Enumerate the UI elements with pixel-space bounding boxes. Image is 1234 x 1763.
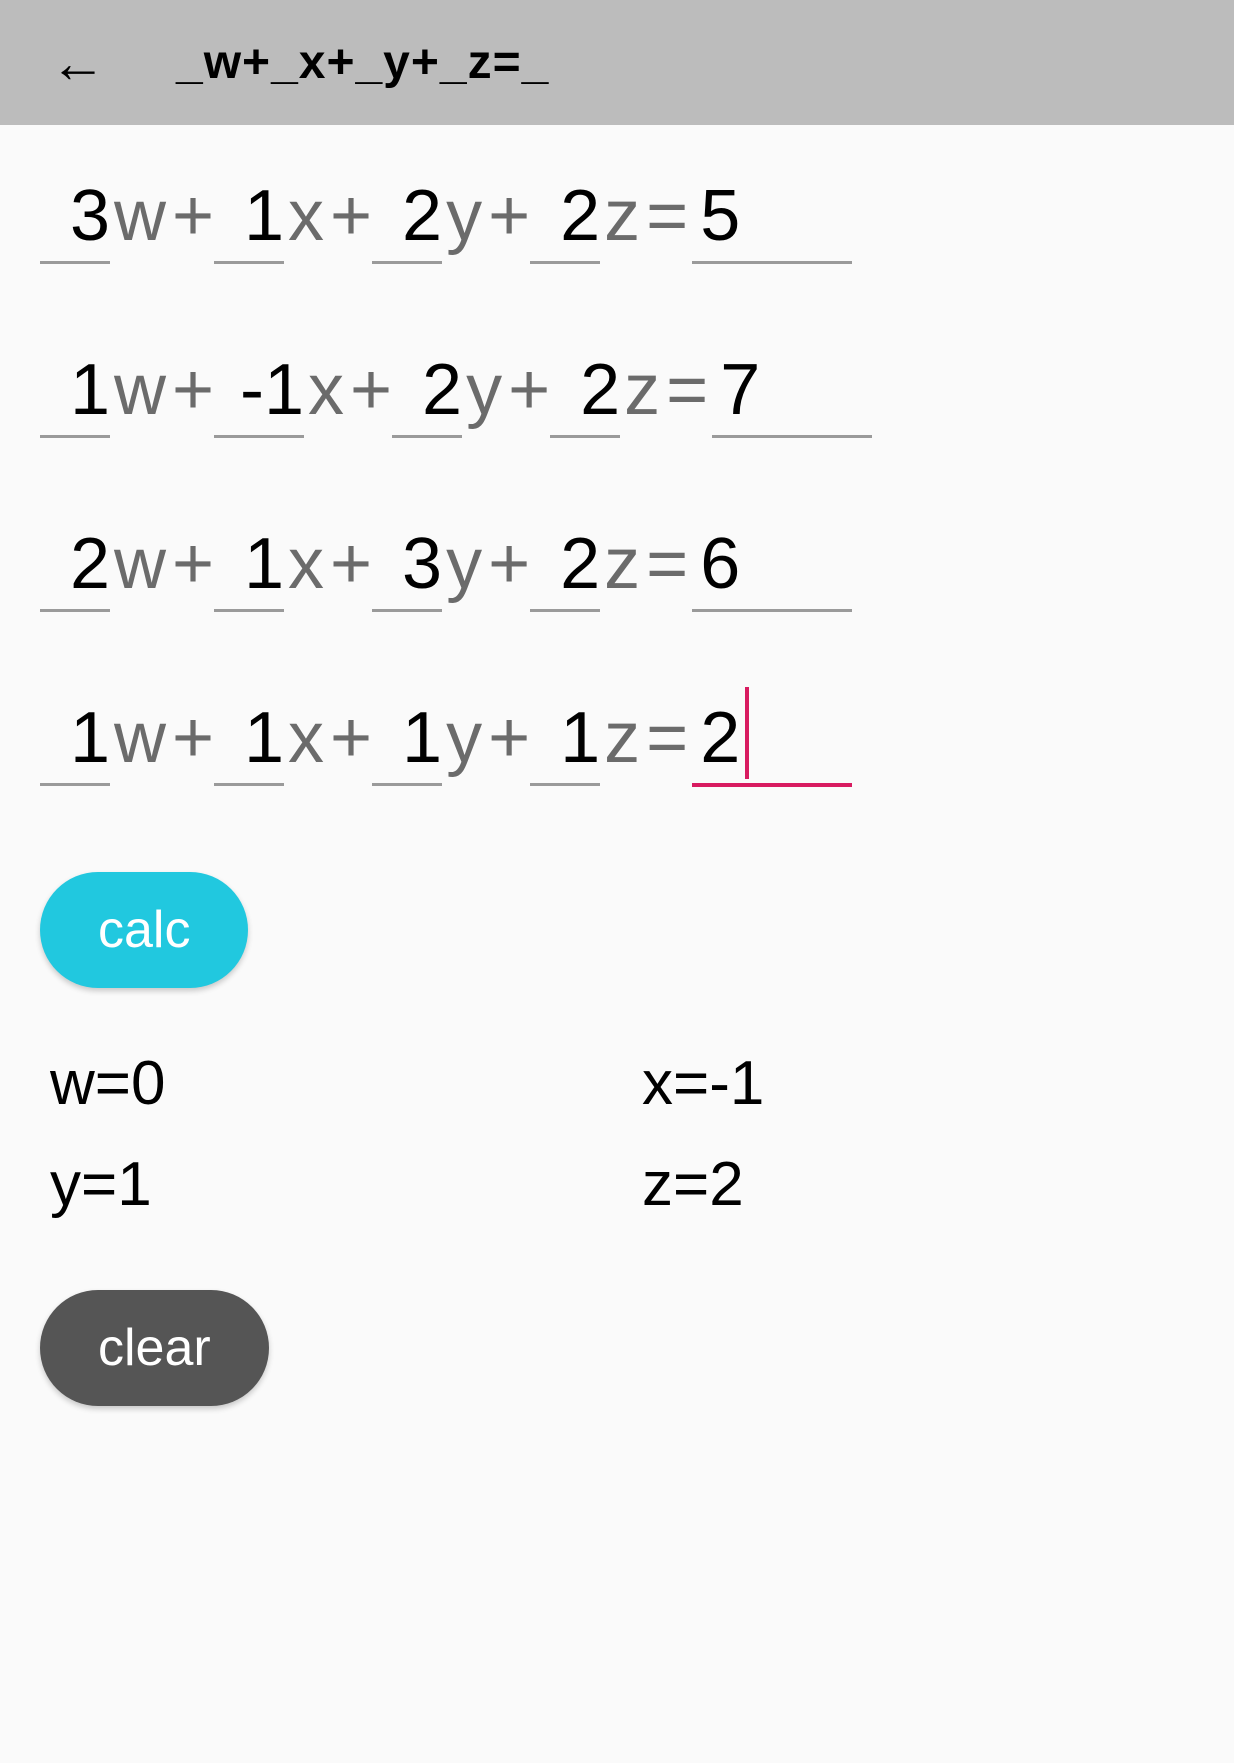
var-label-y: y — [442, 523, 488, 605]
var-label-w: w — [110, 697, 172, 779]
rhs-input[interactable] — [692, 175, 852, 264]
coef-y-input[interactable] — [372, 523, 442, 612]
result-y: y=1 — [50, 1149, 602, 1220]
rhs-input[interactable] — [712, 349, 872, 438]
plus-sign: + — [330, 697, 372, 779]
plus-sign: + — [488, 697, 530, 779]
calc-button[interactable]: calc — [40, 872, 248, 988]
var-label-z: z — [600, 697, 646, 779]
coef-w-input[interactable] — [40, 697, 110, 786]
var-label-y: y — [442, 697, 488, 779]
coef-y-input[interactable] — [372, 697, 442, 786]
coef-y-input[interactable] — [392, 349, 462, 438]
results-grid: w=0 x=-1 y=1 z=2 — [40, 1048, 1194, 1220]
coef-w-input[interactable] — [40, 175, 110, 264]
result-w: w=0 — [50, 1048, 602, 1119]
plus-sign: + — [172, 349, 214, 431]
var-label-y: y — [442, 175, 488, 257]
plus-sign: + — [172, 523, 214, 605]
plus-sign: + — [172, 697, 214, 779]
var-label-x: x — [284, 697, 330, 779]
rhs-input[interactable] — [692, 697, 852, 787]
plus-sign: + — [350, 349, 392, 431]
coef-z-input[interactable] — [530, 175, 600, 264]
coef-x-input[interactable] — [214, 175, 284, 264]
equals-sign: = — [646, 523, 692, 605]
var-label-w: w — [110, 175, 172, 257]
equals-sign: = — [666, 349, 712, 431]
var-label-y: y — [462, 349, 508, 431]
result-x: x=-1 — [642, 1048, 1194, 1119]
plus-sign: + — [172, 175, 214, 257]
var-label-w: w — [110, 349, 172, 431]
coef-x-input[interactable] — [214, 697, 284, 786]
var-label-x: x — [284, 523, 330, 605]
var-label-z: z — [620, 349, 666, 431]
equation-row: w+x+y+z= — [40, 697, 1194, 787]
coef-z-input[interactable] — [550, 349, 620, 438]
var-label-z: z — [600, 523, 646, 605]
coef-w-input[interactable] — [40, 349, 110, 438]
coef-w-input[interactable] — [40, 523, 110, 612]
rhs-input[interactable] — [692, 523, 852, 612]
equals-sign: = — [646, 697, 692, 779]
plus-sign: + — [330, 523, 372, 605]
coef-x-input[interactable] — [214, 523, 284, 612]
coef-y-input[interactable] — [372, 175, 442, 264]
main-content: w+x+y+z=w+x+y+z=w+x+y+z=w+x+y+z= calc w=… — [0, 125, 1234, 1406]
equation-row: w+x+y+z= — [40, 523, 1194, 612]
plus-sign: + — [508, 349, 550, 431]
coef-z-input[interactable] — [530, 523, 600, 612]
back-arrow-icon[interactable]: ← — [50, 30, 106, 95]
plus-sign: + — [488, 175, 530, 257]
coef-x-input[interactable] — [214, 349, 304, 438]
plus-sign: + — [488, 523, 530, 605]
var-label-x: x — [304, 349, 350, 431]
result-z: z=2 — [642, 1149, 1194, 1220]
plus-sign: + — [330, 175, 372, 257]
coef-z-input[interactable] — [530, 697, 600, 786]
var-label-w: w — [110, 523, 172, 605]
equation-row: w+x+y+z= — [40, 349, 1194, 438]
var-label-z: z — [600, 175, 646, 257]
page-title: _w+_x+_y+_z=_ — [176, 35, 549, 90]
clear-button[interactable]: clear — [40, 1290, 269, 1406]
var-label-x: x — [284, 175, 330, 257]
equals-sign: = — [646, 175, 692, 257]
app-header: ← _w+_x+_y+_z=_ — [0, 0, 1234, 125]
equation-row: w+x+y+z= — [40, 175, 1194, 264]
